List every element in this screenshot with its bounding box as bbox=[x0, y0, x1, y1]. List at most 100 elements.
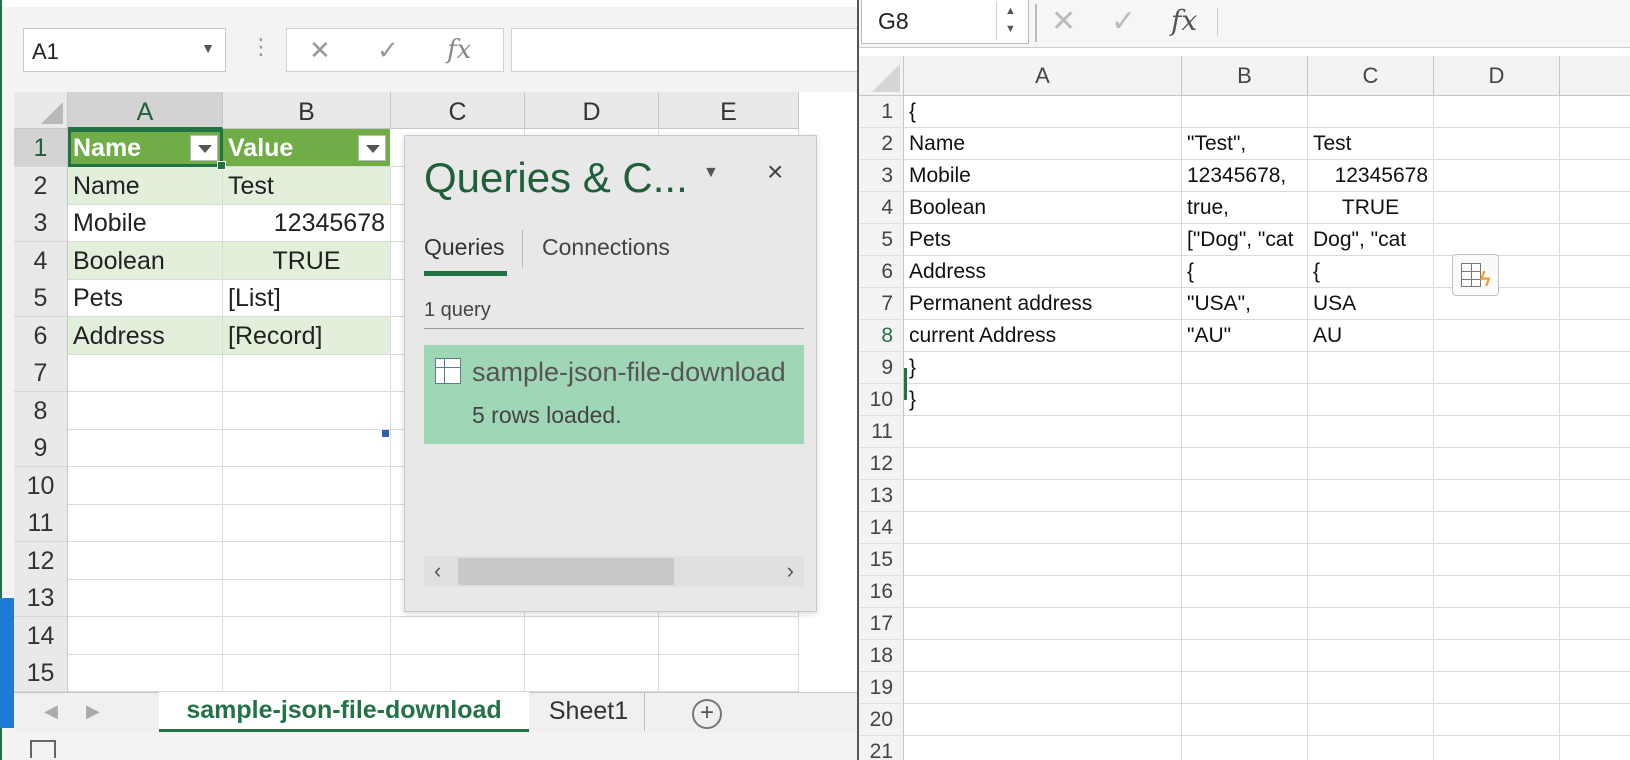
cell[interactable] bbox=[659, 654, 799, 692]
cell[interactable] bbox=[68, 579, 223, 617]
cell[interactable] bbox=[1560, 192, 1630, 224]
select-all-button[interactable] bbox=[859, 56, 904, 96]
column-header-c[interactable]: C bbox=[391, 92, 525, 129]
chevron-left-icon[interactable]: ◀ bbox=[44, 701, 58, 722]
column-header-d[interactable]: D bbox=[525, 92, 659, 129]
cell[interactable]: Pets bbox=[904, 224, 1182, 256]
more-options-icon[interactable]: ⋮ bbox=[250, 36, 272, 58]
cell[interactable]: } bbox=[904, 352, 1182, 384]
cancel-icon[interactable]: ✕ bbox=[309, 35, 331, 66]
row-header-6[interactable]: 6 bbox=[859, 256, 904, 288]
cell[interactable] bbox=[1308, 544, 1434, 576]
cell[interactable] bbox=[223, 429, 391, 467]
cell[interactable]: Boolean bbox=[904, 192, 1182, 224]
row-header-11[interactable]: 11 bbox=[859, 416, 904, 448]
filter-dropdown-icon[interactable] bbox=[358, 135, 386, 161]
cell[interactable]: } bbox=[904, 384, 1182, 416]
row-header-6[interactable]: 6 bbox=[14, 316, 68, 355]
cell[interactable] bbox=[223, 466, 391, 505]
row-header-15[interactable]: 15 bbox=[14, 654, 68, 692]
cell[interactable] bbox=[1560, 608, 1630, 640]
cell[interactable] bbox=[1434, 96, 1560, 128]
row-header-12[interactable]: 12 bbox=[14, 541, 68, 580]
row-header-8[interactable]: 8 bbox=[859, 320, 904, 352]
sheet-tab-sheet1[interactable]: Sheet1 bbox=[533, 693, 645, 731]
fx-icon[interactable]: fx bbox=[447, 35, 471, 65]
cell[interactable] bbox=[904, 416, 1182, 448]
row-header-15[interactable]: 15 bbox=[859, 544, 904, 576]
row-header-8[interactable]: 8 bbox=[14, 391, 68, 430]
cell[interactable] bbox=[223, 354, 391, 392]
table-cell[interactable]: [Record] bbox=[223, 316, 391, 355]
cell[interactable] bbox=[1434, 320, 1560, 352]
table-cell[interactable]: Pets bbox=[68, 279, 223, 317]
table-cell[interactable]: 12345678 bbox=[223, 204, 391, 242]
select-all-button[interactable] bbox=[14, 92, 68, 129]
table-cell[interactable]: TRUE bbox=[223, 241, 391, 280]
close-icon[interactable]: × bbox=[767, 156, 783, 188]
cell[interactable] bbox=[1434, 544, 1560, 576]
row-header-12[interactable]: 12 bbox=[859, 448, 904, 480]
row-header-3[interactable]: 3 bbox=[859, 160, 904, 192]
row-header-4[interactable]: 4 bbox=[14, 241, 68, 280]
cell[interactable]: "Test", bbox=[1182, 128, 1308, 160]
cell[interactable] bbox=[223, 541, 391, 580]
cell[interactable]: Name bbox=[904, 128, 1182, 160]
column-header-a[interactable]: A bbox=[68, 92, 223, 129]
cell[interactable] bbox=[1560, 96, 1630, 128]
sheet-tab-sample-json-file-download[interactable]: sample-json-file-download bbox=[159, 692, 529, 732]
fx-icon[interactable]: fx bbox=[1171, 4, 1197, 37]
cell[interactable] bbox=[68, 429, 223, 467]
row-header-3[interactable]: 3 bbox=[14, 204, 68, 242]
cell[interactable] bbox=[223, 391, 391, 430]
column-header-b[interactable]: B bbox=[1182, 56, 1308, 96]
cell[interactable] bbox=[68, 391, 223, 430]
cell[interactable] bbox=[904, 512, 1182, 544]
cell[interactable] bbox=[1560, 448, 1630, 480]
row-header-21[interactable]: 21 bbox=[859, 736, 904, 760]
cell[interactable]: 12345678 bbox=[1308, 160, 1434, 192]
cell[interactable]: Test bbox=[1308, 128, 1434, 160]
cell[interactable]: current Address bbox=[904, 320, 1182, 352]
row-header-11[interactable]: 11 bbox=[14, 504, 68, 542]
column-header-d[interactable]: D bbox=[1434, 56, 1560, 96]
cell[interactable] bbox=[1182, 512, 1308, 544]
row-header-9[interactable]: 9 bbox=[859, 352, 904, 384]
cell[interactable] bbox=[659, 616, 799, 655]
cell[interactable] bbox=[1182, 416, 1308, 448]
cell[interactable] bbox=[904, 736, 1182, 760]
cell[interactable] bbox=[1560, 128, 1630, 160]
cell[interactable] bbox=[1434, 384, 1560, 416]
cell[interactable] bbox=[1182, 544, 1308, 576]
column-header-c[interactable]: C bbox=[1308, 56, 1434, 96]
row-header-14[interactable]: 14 bbox=[14, 616, 68, 655]
chevron-left-icon[interactable]: ‹ bbox=[434, 558, 441, 584]
cell[interactable] bbox=[1308, 480, 1434, 512]
add-sheet-icon[interactable]: + bbox=[692, 699, 722, 729]
tab-queries[interactable]: Queries bbox=[424, 234, 505, 261]
cell[interactable] bbox=[1308, 704, 1434, 736]
cell[interactable] bbox=[391, 654, 525, 692]
row-header-9[interactable]: 9 bbox=[14, 429, 68, 467]
cell[interactable] bbox=[68, 466, 223, 505]
cell[interactable] bbox=[1182, 608, 1308, 640]
table-resize-handle[interactable] bbox=[382, 430, 389, 437]
row-header-7[interactable]: 7 bbox=[14, 354, 68, 392]
cell[interactable] bbox=[1434, 736, 1560, 760]
cell[interactable]: Mobile bbox=[904, 160, 1182, 192]
cell[interactable] bbox=[1560, 640, 1630, 672]
cell[interactable] bbox=[68, 616, 223, 655]
cell[interactable] bbox=[1308, 640, 1434, 672]
cell[interactable] bbox=[391, 616, 525, 655]
cell[interactable] bbox=[1434, 192, 1560, 224]
cell[interactable] bbox=[1560, 160, 1630, 192]
cell[interactable] bbox=[1434, 448, 1560, 480]
cell[interactable]: 12345678, bbox=[1182, 160, 1308, 192]
chevron-down-icon[interactable]: ▼ bbox=[703, 164, 719, 182]
cell[interactable] bbox=[1434, 480, 1560, 512]
cell[interactable] bbox=[1308, 448, 1434, 480]
cell[interactable] bbox=[1308, 416, 1434, 448]
row-header-18[interactable]: 18 bbox=[859, 640, 904, 672]
cell[interactable]: { bbox=[1308, 256, 1434, 288]
table-cell[interactable]: Address bbox=[68, 316, 223, 355]
